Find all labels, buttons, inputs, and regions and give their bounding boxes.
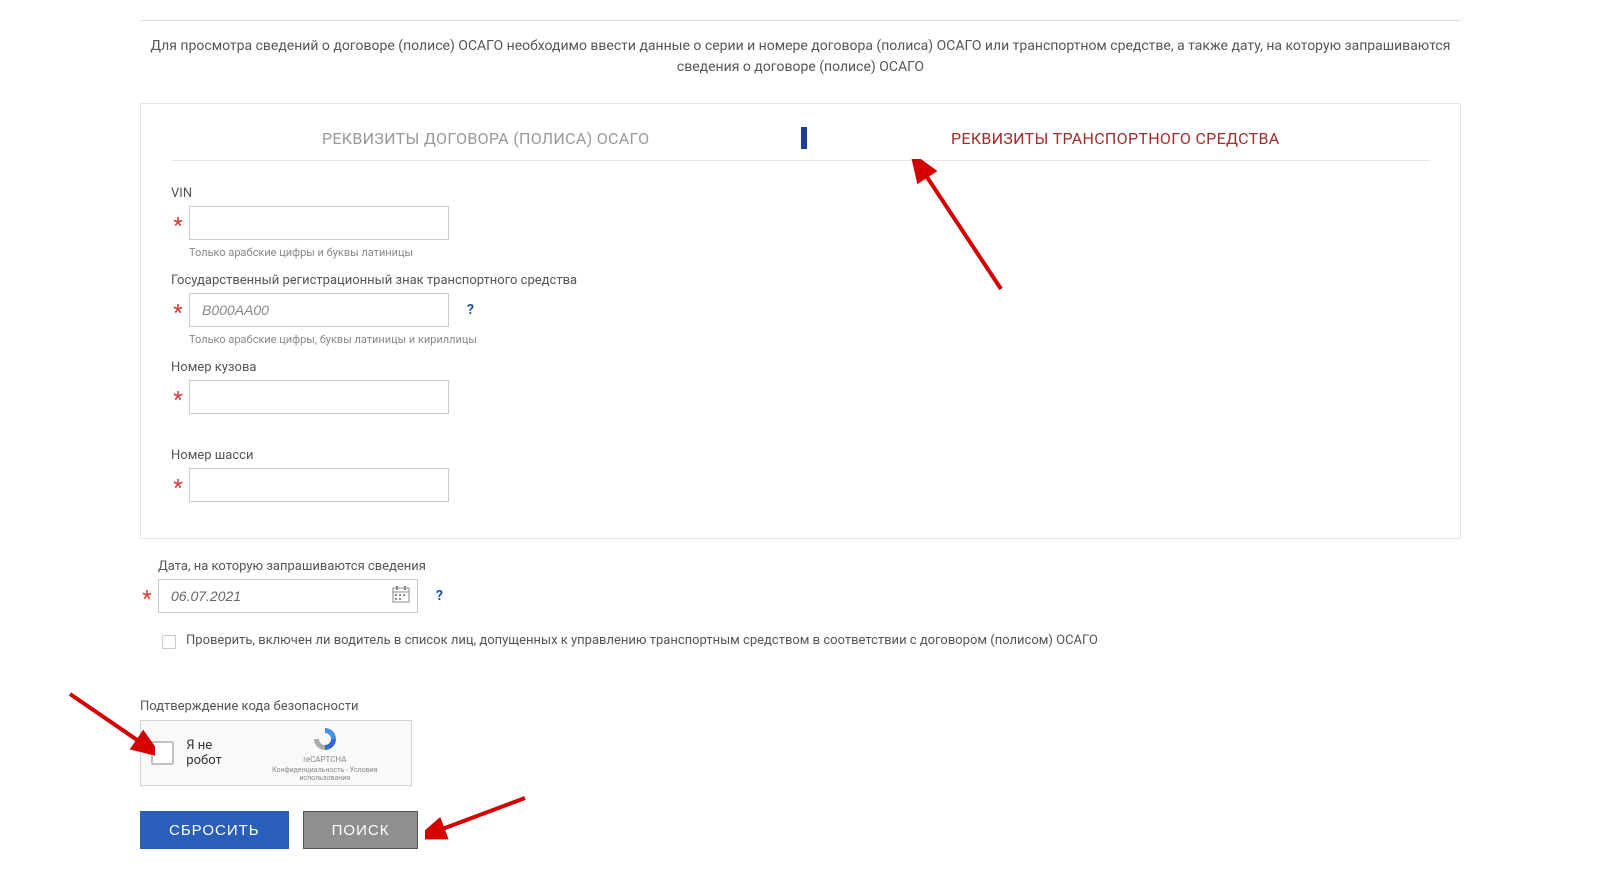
recaptcha-text: Я не робот	[186, 738, 248, 768]
vin-input[interactable]	[189, 206, 449, 240]
recaptcha-brand: reCAPTCHA	[249, 755, 401, 764]
reset-button[interactable]: СБРОСИТЬ	[140, 811, 289, 849]
annotation-arrow-search	[425, 793, 535, 843]
chassis-input[interactable]	[189, 468, 449, 502]
captcha-label: Подтверждение кода безопасности	[140, 699, 1461, 714]
required-asterisk: *	[171, 214, 185, 239]
recaptcha-logo-icon	[311, 746, 339, 755]
vin-label: VIN	[171, 186, 1430, 201]
required-asterisk: *	[171, 301, 185, 326]
recaptcha-checkbox[interactable]	[151, 741, 174, 765]
reg-input[interactable]	[189, 293, 449, 327]
required-asterisk: *	[140, 587, 154, 612]
recaptcha-links: Конфиденциальность - Условия использован…	[249, 766, 401, 782]
instruction-text: Для просмотра сведений о договоре (полис…	[140, 36, 1461, 78]
search-button[interactable]: ПОИСК	[303, 811, 419, 849]
below-form: Дата, на которую запрашиваются сведения …	[140, 559, 1461, 849]
date-input[interactable]	[158, 579, 418, 613]
help-icon[interactable]: ?	[467, 302, 474, 318]
body-label: Номер кузова	[171, 360, 1430, 375]
check-driver-label[interactable]: Проверить, включен ли водитель в список …	[186, 633, 1098, 648]
reg-hint: Только арабские цифры, буквы латиницы и …	[189, 333, 1430, 346]
help-icon[interactable]: ?	[436, 588, 443, 604]
chassis-label: Номер шасси	[171, 448, 1430, 463]
vin-hint: Только арабские цифры и буквы латиницы	[189, 246, 1430, 259]
top-divider	[140, 20, 1461, 21]
required-asterisk: *	[171, 476, 185, 501]
reg-label: Государственный регистрационный знак тра…	[171, 273, 1430, 288]
form-container: РЕКВИЗИТЫ ДОГОВОРА (ПОЛИСА) ОСАГО РЕКВИЗ…	[140, 103, 1461, 539]
date-label: Дата, на которую запрашиваются сведения	[158, 559, 1461, 574]
recaptcha-widget: Я не робот reCAPTCHA Конфиденциальность …	[140, 720, 412, 786]
required-asterisk: *	[171, 388, 185, 413]
check-driver-checkbox[interactable]	[162, 635, 176, 649]
tab-policy[interactable]: РЕКВИЗИТЫ ДОГОВОРА (ПОЛИСА) ОСАГО	[171, 129, 801, 160]
body-input[interactable]	[189, 380, 449, 414]
tab-vehicle[interactable]: РЕКВИЗИТЫ ТРАНСПОРТНОГО СРЕДСТВА	[801, 129, 1431, 160]
spacer	[171, 420, 1430, 434]
tabs: РЕКВИЗИТЫ ДОГОВОРА (ПОЛИСА) ОСАГО РЕКВИЗ…	[171, 129, 1430, 161]
